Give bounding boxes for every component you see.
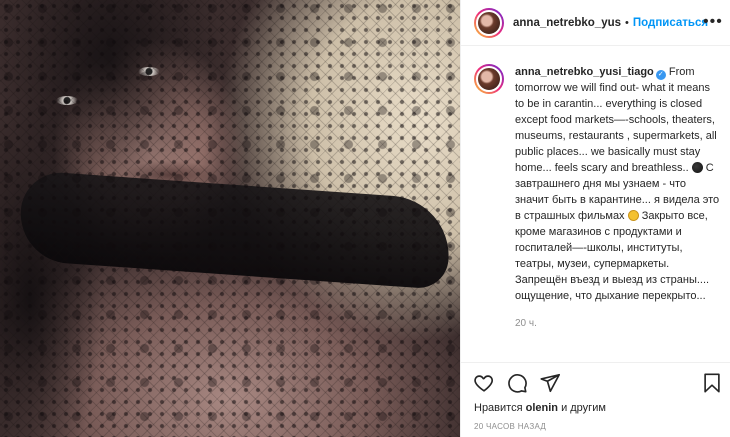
author-username[interactable]: anna_netrebko_yus: [513, 17, 621, 29]
likes-prefix: Нравится: [474, 402, 523, 414]
heart-icon[interactable]: [473, 372, 495, 394]
paper-plane-icon[interactable]: [539, 372, 561, 394]
likes-others-link[interactable]: и другим: [561, 402, 606, 414]
more-options-icon[interactable]: •••: [703, 13, 722, 31]
follow-button[interactable]: Подписаться: [633, 17, 708, 29]
bookmark-icon[interactable]: [701, 372, 723, 394]
post-photo[interactable]: [0, 0, 460, 437]
header-separator: •: [625, 16, 629, 29]
post-header: anna_netrebko_yus • Подписаться •••: [461, 0, 730, 46]
upside-down-face-emoji-icon: [627, 210, 639, 221]
post-timestamp[interactable]: 20 ЧАСОВ НАЗАД: [474, 422, 546, 431]
author-avatar-image: [476, 9, 502, 36]
new-moon-emoji-icon: [691, 162, 703, 173]
caption-avatar[interactable]: [474, 64, 504, 94]
caption-time[interactable]: 20 ч.: [515, 316, 720, 332]
post-caption: anna_netrebko_yusi_tiago ✓ From tomorrow …: [474, 64, 722, 364]
caption-text-en: From tomorrow we will find out- what it …: [515, 66, 717, 174]
caption-body: anna_netrebko_yusi_tiago ✓ From tomorrow …: [515, 64, 720, 364]
post-actions-bar: [461, 362, 730, 400]
likes-user-link[interactable]: olenin: [526, 402, 558, 414]
caption-username[interactable]: anna_netrebko_yusi_tiago: [515, 66, 654, 78]
verified-badge-icon: ✓: [655, 70, 666, 80]
likes-summary: Нравится olenin и другим: [474, 402, 606, 414]
comment-icon[interactable]: [506, 372, 528, 394]
caption-avatar-image: [476, 66, 502, 92]
photo-lace-veil: [0, 0, 460, 437]
author-avatar[interactable]: [474, 7, 504, 38]
caption-text-ru-2: Закрыто все, кроме магазинов с продуктам…: [515, 210, 710, 302]
post-side-panel: anna_netrebko_yus • Подписаться ••• anna…: [460, 0, 730, 437]
